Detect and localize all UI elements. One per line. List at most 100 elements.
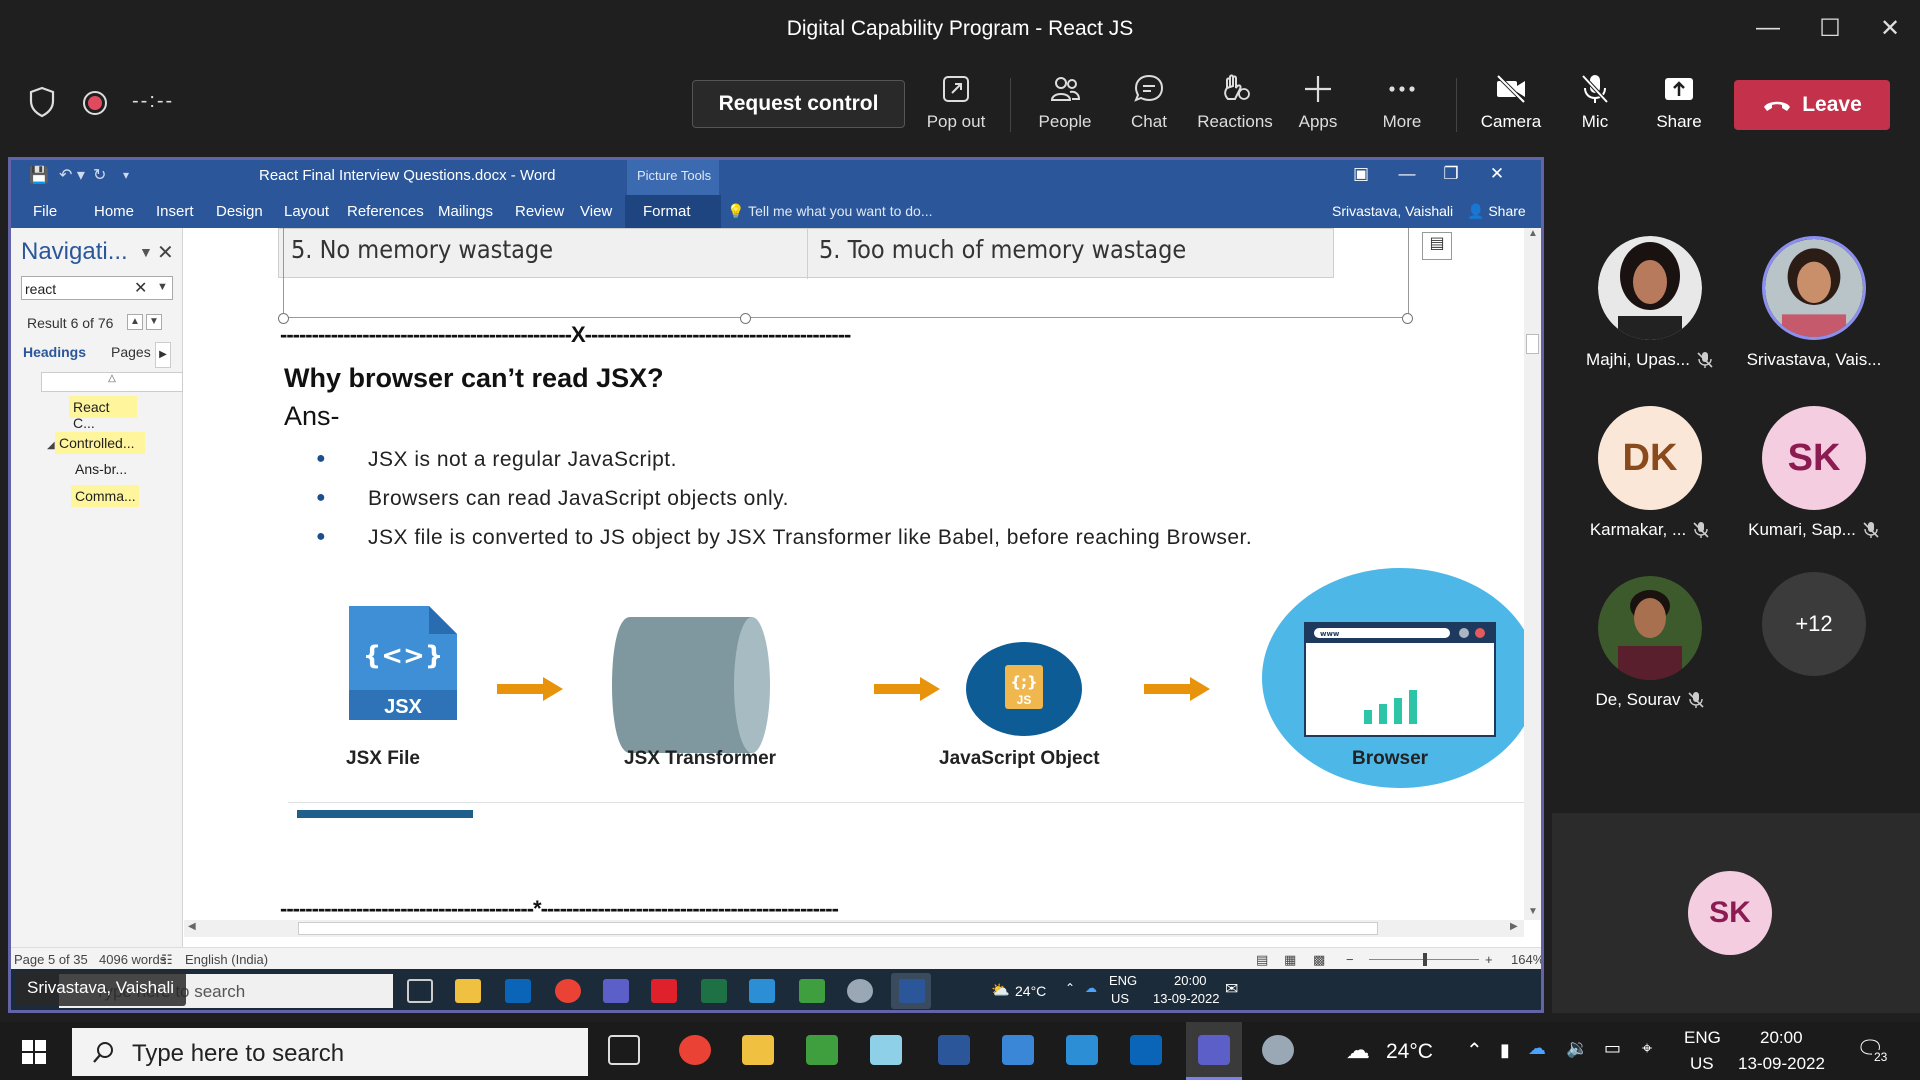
more-participants-tile[interactable]: +12 [1734,572,1894,676]
mic-button[interactable]: Mic [1557,72,1633,142]
taskbar-temperature[interactable]: 24°C [1386,1040,1433,1064]
wifi-icon[interactable]: ⌖ [1642,1038,1652,1059]
save-icon[interactable]: 💾 [29,165,49,185]
volume-icon[interactable]: 🔉 [1566,1038,1588,1059]
heading-collapse-marker[interactable]: △ [41,372,183,392]
word-count[interactable]: 4096 words [99,952,166,967]
participant-tile[interactable]: Srivastava, Vais... [1734,236,1894,370]
reactions-button[interactable]: Reactions [1195,72,1275,142]
participant-tile[interactable]: SK Kumari, Sap... [1734,406,1894,540]
mic-tray-icon[interactable]: ▮ [1500,1040,1510,1061]
participant-tile[interactable]: DK Karmakar, ... [1570,406,1730,540]
zoom-level[interactable]: 164% [1511,952,1541,967]
tab-headings[interactable]: Headings [23,344,86,360]
word-icon[interactable] [938,1035,970,1065]
apps-button[interactable]: Apps [1280,72,1356,142]
chat-button[interactable]: Chat [1111,72,1187,142]
zoom-slider-knob[interactable] [1423,953,1427,966]
page-count[interactable]: Page 5 of 35 [14,952,88,967]
taskbar-clock-time[interactable]: 20:00 [1760,1028,1803,1048]
request-control-button[interactable]: Request control [692,80,905,128]
tab-mailings[interactable]: Mailings [438,203,493,220]
windows-start-icon[interactable] [22,1040,46,1064]
redo-icon[interactable]: ↻ [93,165,106,185]
tab-layout[interactable]: Layout [284,203,329,220]
clear-search-icon[interactable]: ✕ [134,278,147,298]
tab-home[interactable]: Home [94,203,134,220]
scroll-up-icon[interactable]: ▲ [1528,228,1538,239]
navigation-search-input[interactable]: react ✕ ▼ [21,276,173,300]
participant-tile[interactable]: De, Sourav [1570,576,1730,710]
vertical-scrollbar[interactable]: ▲ ▼ [1524,228,1541,920]
undo-icon[interactable]: ↶ ▾ [59,165,85,185]
tray-chevron-icon[interactable]: ⌃ [1466,1038,1483,1063]
taskbar-lang-1[interactable]: ENG [1684,1028,1721,1048]
read-mode-icon[interactable]: ▤ [1256,952,1268,968]
word-share-button[interactable]: 👤 Share [1467,203,1526,220]
notepad-plus-icon[interactable] [806,1035,838,1065]
document-canvas[interactable]: 5. No memory wastage 5. Too much of memo… [184,228,1524,929]
proofing-icon[interactable]: ☷ [161,952,173,968]
ribbon-display-icon[interactable]: ▣ [1343,164,1379,190]
app-icon[interactable] [1262,1035,1294,1065]
tab-format[interactable]: Format [625,195,721,228]
teams-icon[interactable] [1198,1035,1230,1065]
participant-tile[interactable]: Majhi, Upas... [1570,236,1730,370]
outlook-icon[interactable] [1130,1035,1162,1065]
heading-item[interactable]: Ans-br... [71,458,151,480]
zoom-out-icon[interactable]: − [1346,952,1354,967]
app-icon[interactable] [870,1035,902,1065]
shield-icon[interactable] [28,86,56,118]
previous-result-button[interactable]: ▲ [127,314,143,330]
people-button[interactable]: People [1027,72,1103,142]
word-restore-button[interactable]: ❐ [1433,164,1469,190]
heading-item[interactable]: Controlled... [55,432,145,454]
signed-in-user[interactable]: Srivastava, Vaishali [1332,203,1453,219]
image-selection-frame[interactable] [283,228,1409,318]
file-explorer-icon[interactable] [742,1035,774,1065]
notification-center-button[interactable]: 🗨 23 [1856,1036,1890,1064]
search-options-icon[interactable]: ▼ [157,281,168,293]
tab-references[interactable]: References [347,203,424,220]
scroll-right-icon[interactable]: ▶ [1510,921,1518,932]
chrome-icon[interactable] [679,1035,711,1065]
zoom-in-icon[interactable]: + [1485,952,1493,967]
tab-view[interactable]: View [580,203,612,220]
resize-handle[interactable] [1402,313,1413,324]
minimize-button[interactable]: — [1748,12,1788,44]
language-indicator[interactable]: English (India) [185,952,268,967]
taskbar-search-input[interactable]: Type here to search [72,1028,588,1076]
scroll-down-icon[interactable]: ▼ [1528,906,1538,917]
print-layout-icon[interactable]: ▦ [1284,952,1296,968]
customize-qat-icon[interactable]: ▾ [123,168,129,182]
photos-icon[interactable] [1002,1035,1034,1065]
taskbar-lang-2[interactable]: US [1690,1054,1714,1074]
tab-design[interactable]: Design [216,203,263,220]
tab-pages[interactable]: Pages [111,344,151,360]
word-close-button[interactable]: ✕ [1479,164,1515,190]
web-layout-icon[interactable]: ▩ [1313,952,1325,968]
tab-file[interactable]: File [33,203,57,220]
close-window-button[interactable]: ✕ [1870,12,1910,44]
next-result-button[interactable]: ▼ [146,314,162,330]
onedrive-icon[interactable]: ☁ [1528,1038,1546,1059]
heading-item[interactable]: React C... [69,396,137,431]
chevron-down-icon[interactable]: ▼ [139,244,153,260]
stage-participant-tile[interactable]: SK [1552,813,1920,1013]
battery-icon[interactable]: ▭ [1604,1038,1621,1059]
horizontal-scroll-thumb[interactable] [298,922,1378,935]
tell-me-box[interactable]: 💡 Tell me what you want to do... [727,203,933,220]
nav-tabs-scroll-button[interactable]: ▶ [155,342,171,368]
task-view-icon[interactable] [608,1035,640,1065]
heading-item[interactable]: Comma... [71,485,139,507]
vscode-icon[interactable] [1066,1035,1098,1065]
leave-button[interactable]: Leave [1734,80,1890,130]
more-button[interactable]: More [1364,72,1440,142]
camera-button[interactable]: Camera [1473,72,1549,142]
tab-review[interactable]: Review [515,203,564,220]
layout-options-icon[interactable]: ▤ [1422,232,1452,260]
tab-insert[interactable]: Insert [156,203,194,220]
maximize-button[interactable]: ☐ [1810,12,1850,44]
word-minimize-button[interactable]: — [1389,164,1425,190]
pop-out-button[interactable]: Pop out [918,72,994,142]
